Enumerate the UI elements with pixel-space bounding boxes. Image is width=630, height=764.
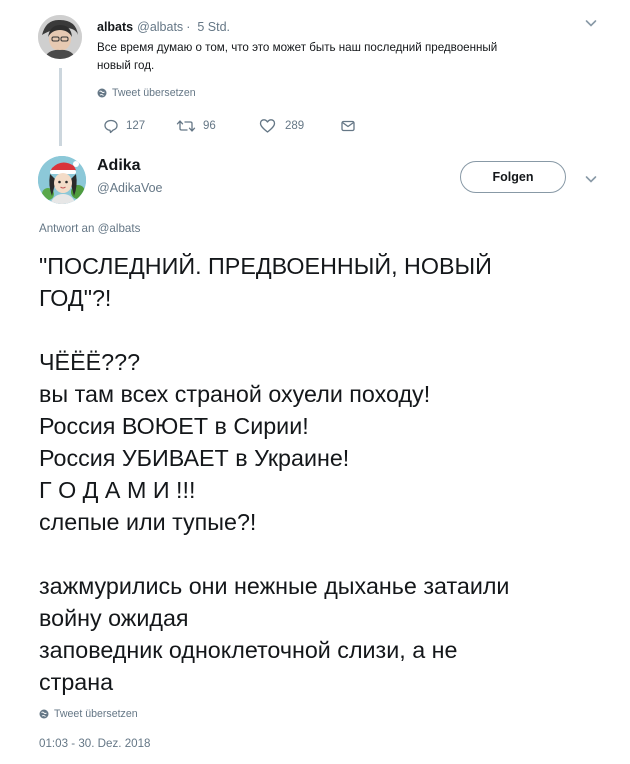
avatar[interactable] xyxy=(38,15,82,59)
thread-connector xyxy=(59,68,62,146)
author-name[interactable]: Adika xyxy=(97,157,141,175)
author-handle[interactable]: @AdikaVoe xyxy=(97,181,163,195)
tweet-text-line: Россия ВОЮЕТ в Сирии! xyxy=(39,413,309,439)
tweet-text-line: "ПОСЛЕДНИЙ. ПРЕДВОЕННЫЙ, НОВЫЙ xyxy=(39,253,492,279)
dm-action[interactable] xyxy=(340,116,356,136)
reply-icon xyxy=(104,119,118,134)
reply-to-mention[interactable]: @albats xyxy=(98,222,141,235)
globe-icon xyxy=(39,709,49,719)
avatar[interactable] xyxy=(38,156,86,204)
tweet-text-line: войну ожидая xyxy=(39,605,189,631)
retweet-count: 96 xyxy=(203,120,216,132)
like-icon xyxy=(259,119,276,133)
tweet-text-line: новый год. xyxy=(97,59,155,72)
retweet-icon xyxy=(176,120,196,132)
follow-button[interactable]: Folgen xyxy=(460,161,566,193)
tweet-text-line: вы там всех страной охуели походу! xyxy=(39,381,431,407)
tweet-timestamp[interactable]: 01:03 - 30. Dez. 2018 xyxy=(39,737,151,750)
chevron-down-icon[interactable] xyxy=(584,16,598,33)
translate-link[interactable]: Tweet übersetzen xyxy=(39,708,138,720)
reply-action[interactable]: 127 xyxy=(103,116,145,136)
translate-link[interactable]: Tweet übersetzen xyxy=(97,87,196,99)
tweet-text: Все время думаю о том, что это может быт… xyxy=(97,39,597,75)
separator: · xyxy=(186,20,191,34)
like-count: 289 xyxy=(285,120,305,132)
tweet-text-line: Россия УБИВАЕТ в Украине! xyxy=(39,445,350,471)
like-action[interactable]: 289 xyxy=(259,116,304,136)
tweet-text-line: слепые или тупые?! xyxy=(39,509,257,535)
tweet-time[interactable]: 5 Std. xyxy=(197,20,230,34)
tweet-header: albats @albats · 5 Std. xyxy=(97,18,230,36)
reply-context: Antwort an @albats xyxy=(39,222,140,235)
dm-icon xyxy=(341,120,355,132)
tweet-text-line: зажмурились они нежные дыханье затаили xyxy=(39,573,510,599)
tweet-text-line: Г О Д А М И !!! xyxy=(39,477,196,503)
reply-to-prefix: Antwort an xyxy=(39,222,95,235)
tweet-text-line: ЧЁЁЁ??? xyxy=(39,349,141,375)
author-handle[interactable]: @albats xyxy=(137,20,183,34)
chevron-down-icon[interactable] xyxy=(584,172,598,189)
author-name[interactable]: albats xyxy=(97,20,133,34)
tweet-text-line: страна xyxy=(39,669,114,695)
globe-icon xyxy=(97,88,107,98)
tweet-text: "ПОСЛЕДНИЙ. ПРЕДВОЕННЫЙ, НОВЫЙ ГОД"?! ЧЁ… xyxy=(39,250,611,698)
tweet-text-line: Все время думаю о том, что это может быт… xyxy=(97,41,498,54)
retweet-action[interactable]: 96 xyxy=(176,116,216,136)
tweet-text-line: заповедник одноклеточной слизи, а не xyxy=(39,637,458,663)
tweet-text-line: ГОД"?! xyxy=(39,285,112,311)
translate-label: Tweet übersetzen xyxy=(112,87,196,99)
translate-label: Tweet übersetzen xyxy=(54,708,138,720)
reply-count: 127 xyxy=(126,120,146,132)
